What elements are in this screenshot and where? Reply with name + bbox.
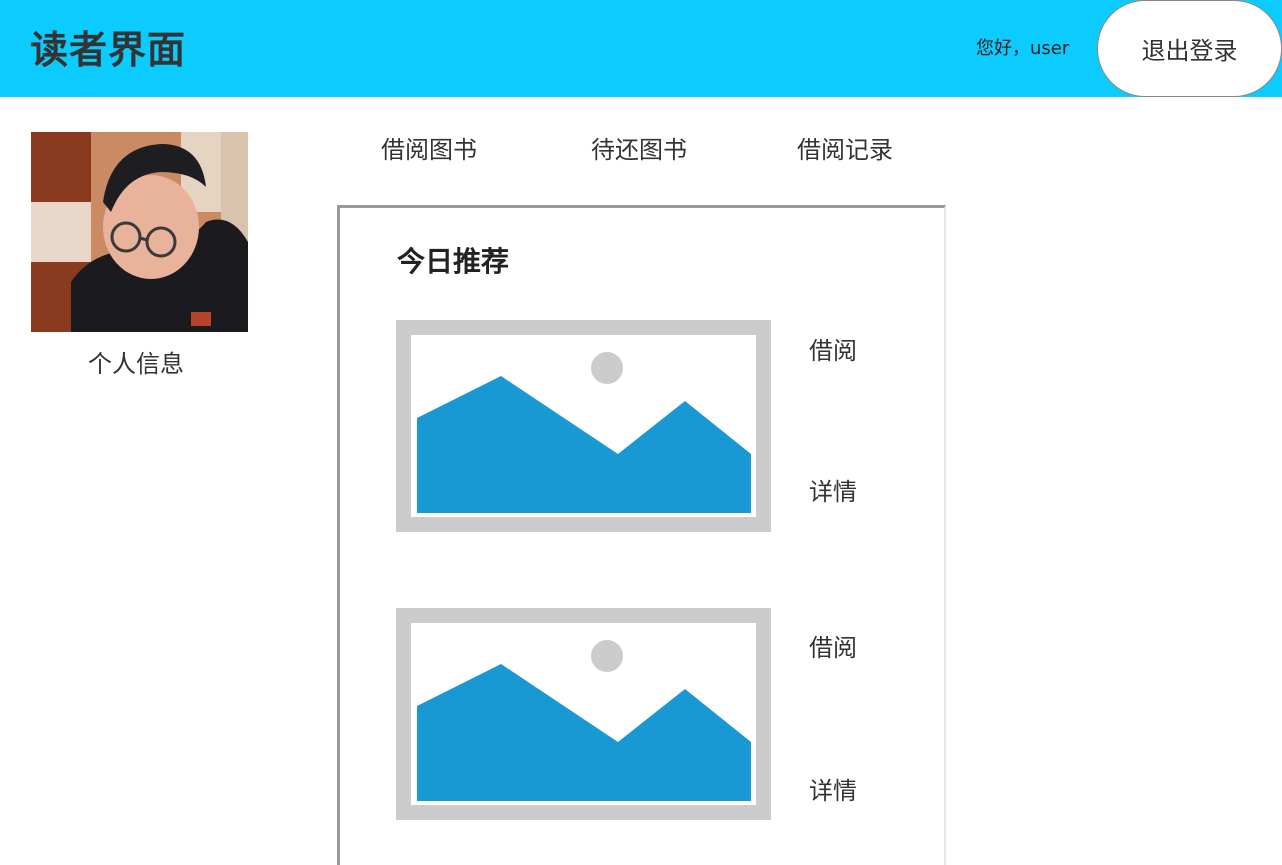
page-title: 读者界面 (30, 28, 187, 72)
profile-link[interactable]: 个人信息 (31, 350, 241, 378)
detail-button[interactable]: 详情 (809, 477, 857, 507)
image-placeholder-icon (396, 320, 771, 532)
image-placeholder-icon (396, 608, 771, 820)
top-header: 读者界面 您好，user 退出登录 (0, 0, 1282, 97)
recommend-title: 今日推荐 (397, 245, 510, 278)
tab-borrow-history[interactable]: 借阅记录 (797, 135, 893, 165)
borrow-button[interactable]: 借阅 (809, 633, 857, 663)
book-cover[interactable] (396, 608, 771, 820)
avatar[interactable] (31, 132, 248, 332)
user-greeting: 您好，user (976, 38, 1070, 59)
logout-button[interactable]: 退出登录 (1097, 0, 1282, 97)
detail-button[interactable]: 详情 (809, 776, 857, 806)
tab-books-to-return[interactable]: 待还图书 (591, 135, 687, 165)
tab-borrow-books[interactable]: 借阅图书 (381, 135, 477, 165)
user-photo-icon (31, 132, 248, 332)
book-cover[interactable] (396, 320, 771, 532)
borrow-button[interactable]: 借阅 (809, 336, 857, 366)
